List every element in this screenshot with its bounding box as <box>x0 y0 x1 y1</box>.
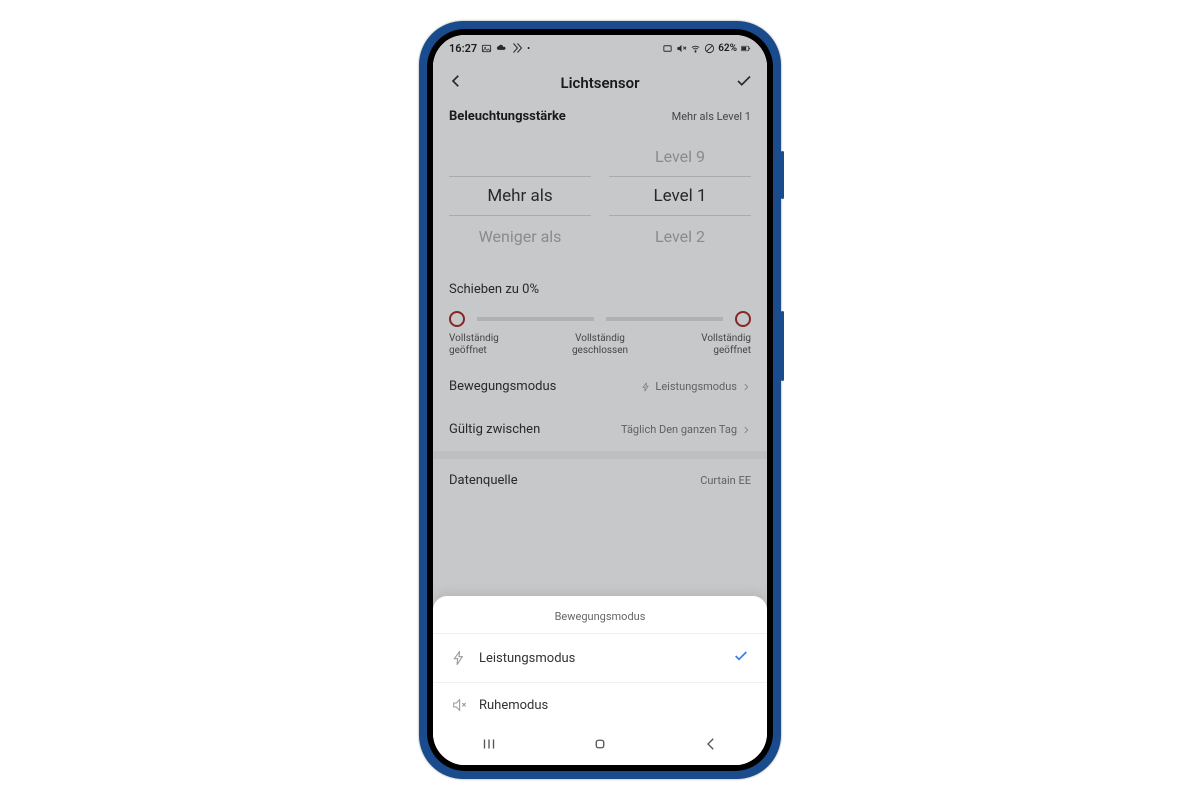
valid-between-value: Täglich Den ganzen Tag <box>621 423 737 436</box>
position-slider[interactable] <box>449 311 751 327</box>
side-button <box>781 151 784 199</box>
slider-knob-left[interactable] <box>449 311 465 327</box>
image-icon <box>481 43 492 54</box>
chevron-right-icon <box>741 425 751 435</box>
chevron-right-icon <box>741 382 751 392</box>
status-bar: 16:27 • 62% <box>433 35 767 61</box>
wifi-icon <box>690 43 701 54</box>
home-icon <box>591 735 609 753</box>
slide-title: Schieben zu 0% <box>449 282 751 297</box>
picker-col1-above[interactable] <box>449 136 591 176</box>
battery-icon <box>740 43 751 54</box>
level-picker[interactable]: Mehr als Weniger als Level 9 Level 1 Lev… <box>433 136 767 270</box>
status-battery-pct: 62% <box>718 43 737 54</box>
play-icon <box>511 42 523 54</box>
cloud-icon <box>496 43 507 54</box>
block-icon <box>704 43 715 54</box>
section-divider <box>433 451 767 459</box>
motion-mode-row[interactable]: Bewegungsmodus Leistungsmodus <box>433 365 767 408</box>
illuminance-row: Beleuchtungsstärke Mehr als Level 1 <box>433 105 767 134</box>
sheet-title: Bewegungsmodus <box>433 596 767 633</box>
sheet-option-quiet-label: Ruhemodus <box>479 698 548 713</box>
illuminance-value: Mehr als Level 1 <box>672 110 751 123</box>
sheet-option-quiet[interactable]: Ruhemodus <box>433 682 767 727</box>
home-button[interactable] <box>591 735 609 757</box>
slider-label-right: Vollständig geöffnet <box>671 333 751 357</box>
slider-label-mid: Vollständig geschlossen <box>560 333 640 357</box>
speaker-mute-icon <box>451 697 467 713</box>
motion-mode-label: Bewegungsmodus <box>449 379 556 394</box>
slider-knob-right[interactable] <box>735 311 751 327</box>
picker-col1-below[interactable]: Weniger als <box>449 216 591 256</box>
chevron-left-icon <box>447 72 465 90</box>
confirm-button[interactable] <box>735 72 753 94</box>
phone-frame: 16:27 • 62% <box>419 21 781 779</box>
check-icon <box>735 72 753 90</box>
picker-col2-above[interactable]: Level 9 <box>609 136 751 176</box>
status-time: 16:27 <box>449 42 477 55</box>
status-dot: • <box>527 44 530 53</box>
sheet-option-performance[interactable]: Leistungsmodus <box>433 633 767 682</box>
picker-col2-selected[interactable]: Level 1 <box>609 176 751 216</box>
side-button <box>781 311 784 381</box>
card-icon <box>662 43 673 54</box>
selected-check <box>733 648 749 668</box>
picker-col1-selected[interactable]: Mehr als <box>449 176 591 216</box>
valid-between-row[interactable]: Gültig zwischen Täglich Den ganzen Tag <box>433 408 767 451</box>
illuminance-label: Beleuchtungsstärke <box>449 109 566 124</box>
motion-mode-value: Leistungsmodus <box>655 380 737 393</box>
bolt-icon <box>641 382 651 392</box>
valid-between-label: Gültig zwischen <box>449 422 540 437</box>
nav-header: Lichtsensor <box>433 61 767 105</box>
data-source-row[interactable]: Datenquelle Curtain EE <box>433 459 767 502</box>
android-navbar <box>433 727 767 765</box>
slide-section: Schieben zu 0% Vollständig geöffnet Voll… <box>433 270 767 365</box>
picker-col2-below[interactable]: Level 2 <box>609 216 751 256</box>
screen: 16:27 • 62% <box>433 35 767 765</box>
recents-button[interactable] <box>480 735 498 757</box>
bolt-icon <box>451 650 467 666</box>
data-source-value: Curtain EE <box>700 474 751 487</box>
back-nav-button[interactable] <box>702 735 720 757</box>
chevron-left-icon <box>702 735 720 753</box>
data-source-label: Datenquelle <box>449 473 518 488</box>
recents-icon <box>480 735 498 753</box>
page-title: Lichtsensor <box>561 74 640 92</box>
back-button[interactable] <box>447 72 465 94</box>
check-icon <box>733 648 749 664</box>
sheet-option-performance-label: Leistungsmodus <box>479 651 575 666</box>
mute-icon <box>676 43 687 54</box>
slider-label-left: Vollständig geöffnet <box>449 333 529 357</box>
